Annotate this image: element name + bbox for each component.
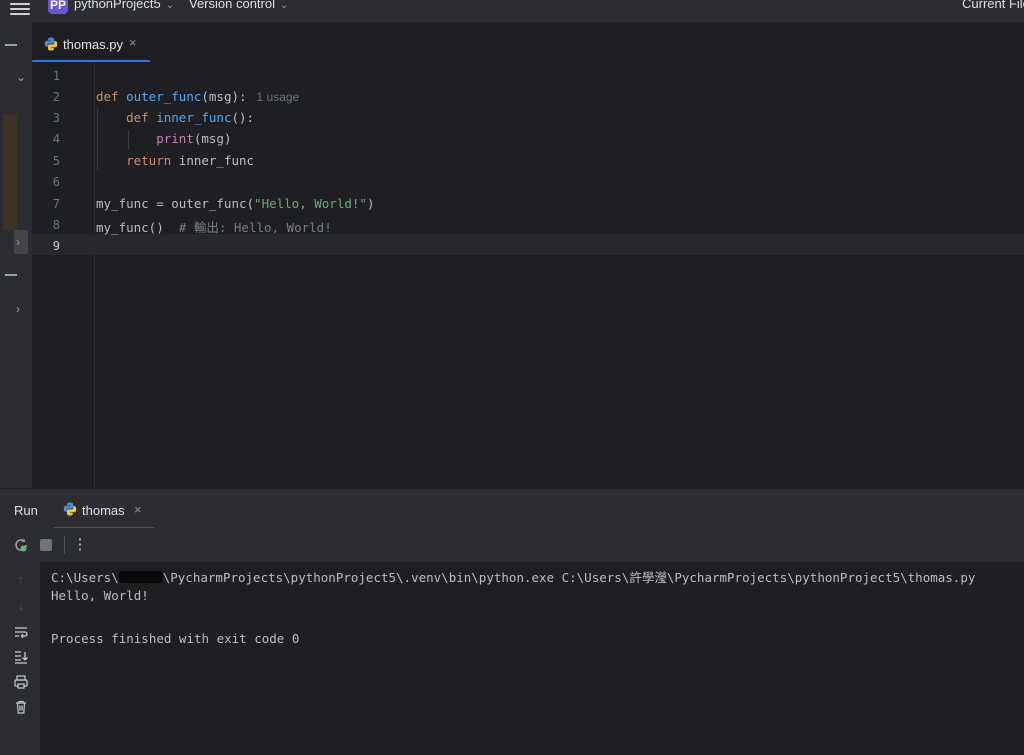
line-number: 1 [52,69,60,83]
line-number: 9 [52,239,60,253]
left-tool-strip: ⌄ › › [0,22,33,488]
stop-icon[interactable] [40,539,52,551]
console-text: C:\Users\ [51,570,119,585]
chevron-down-icon[interactable]: ⌄ [16,70,26,84]
line-number: 5 [52,154,60,168]
chevron-right-icon[interactable]: › [16,302,20,316]
trash-icon[interactable] [13,699,29,715]
redacted-username [118,571,163,583]
code-function-name: outer_func [126,89,202,104]
more-options-icon[interactable]: ⋮ [72,536,88,554]
code-line-7[interactable]: my_func = outer_func("Hello, World!") [96,196,374,211]
run-tab-thomas[interactable]: thomas × [54,489,154,529]
code-text: ) [366,196,375,211]
rerun-icon[interactable] [12,536,30,554]
run-console[interactable] [40,562,1024,755]
line-number: 6 [52,175,60,189]
code-text: (msg) [193,131,232,146]
code-builtin: print [156,131,194,146]
code-line-5[interactable]: return inner_func [96,153,254,168]
usage-hint[interactable]: 1 usage [257,90,300,104]
project-name: pythonProject5 [74,0,161,11]
soft-wrap-icon[interactable] [13,624,29,640]
python-file-icon [63,502,77,516]
code-line-8[interactable]: my_func() # 輸出: Hello, World! [96,217,332,236]
run-panel-title: Run [14,503,38,518]
code-comment: # 輸出: Hello, World! [178,220,332,235]
project-badge[interactable]: PP [48,0,68,14]
code-keyword: return [126,153,172,168]
toolbar-separator [64,536,65,554]
console-exit-line: Process finished with exit code 0 [51,631,300,646]
code-function-name: inner_func [156,110,232,125]
run-configuration-selector[interactable]: Current File [962,0,1024,11]
print-icon[interactable] [13,674,29,690]
up-arrow-icon[interactable]: ↑ [13,572,29,588]
code-text: (): [231,110,255,125]
console-side-tools: ↑ ↓ [0,562,40,755]
line-number: 2 [52,90,60,104]
chevron-right-icon[interactable]: › [16,235,20,249]
line-number-gutter [32,62,95,488]
code-editor[interactable] [95,62,1024,488]
tab-label: thomas.py [63,37,123,52]
project-selector[interactable]: pythonProject5 ⌄ [74,0,174,11]
version-control-label: Version control [189,0,275,11]
code-line-3[interactable]: def inner_func(): [96,110,254,125]
line-number: 3 [52,111,60,125]
console-text: \PycharmProjects\pythonProject5\.venv\bi… [162,570,976,585]
current-line-highlight [32,234,1024,255]
run-tab-label: thomas [82,503,125,518]
scroll-to-end-icon[interactable] [13,649,29,665]
python-file-icon [44,37,58,51]
console-output-line: Hello, World! [51,588,149,603]
code-text: inner_func [171,153,255,168]
chevron-down-icon: ⌄ [165,0,175,11]
line-number: 8 [52,218,60,232]
code-string: "Hello, World!" [254,196,367,211]
minimize-icon[interactable] [5,274,17,276]
main-menu-icon[interactable] [10,0,30,15]
code-keyword: def [126,110,149,125]
chevron-down-icon: ⌄ [280,0,289,11]
version-control-menu[interactable]: Version control ⌄ [189,0,288,11]
line-number: 7 [52,197,60,211]
tab-thomas-py[interactable]: thomas.py × [32,22,150,63]
change-marker [3,114,17,230]
code-line-4[interactable]: print(msg) [96,131,232,146]
line-number: 4 [52,132,60,146]
close-tab-icon[interactable]: × [134,502,142,517]
code-keyword: def [96,89,119,104]
code-text: my_func = outer_func( [96,196,255,211]
title-bar: PP pythonProject5 ⌄ Version control ⌄ Curr… [0,0,1024,22]
run-toolbar: ⋮ [0,528,1024,563]
close-tab-icon[interactable]: × [129,35,137,50]
minimize-icon[interactable] [5,44,17,46]
code-line-2[interactable]: def outer_func(msg): 1 usage [96,89,299,104]
down-arrow-icon[interactable]: ↓ [13,598,29,614]
console-command-line: C:\Users\ \PycharmProjects\pythonProject5… [51,567,975,586]
code-text: (msg): [201,89,247,104]
code-text: my_func() [96,220,179,235]
run-panel-header: Run thomas × [0,488,1024,529]
editor-tab-bar: thomas.py × [32,22,1024,63]
